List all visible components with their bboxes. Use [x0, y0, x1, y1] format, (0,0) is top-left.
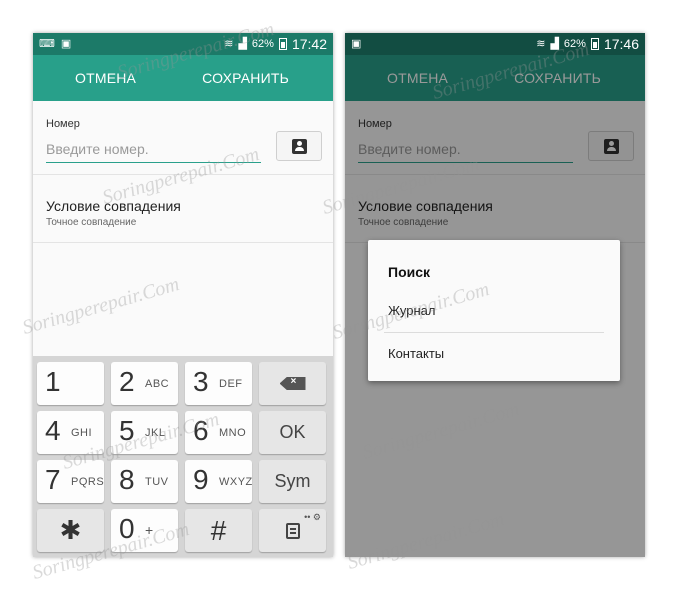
clock: 17:46	[603, 36, 639, 52]
dialog-option-contacts[interactable]: Контакты	[388, 346, 444, 361]
match-condition-item[interactable]: Условие совпадения Точное совпадение	[33, 175, 333, 243]
key-9[interactable]: 9 WXYZ	[185, 460, 252, 503]
key-0[interactable]: 0 +	[111, 509, 178, 552]
right-phone-screen: ▣ ≋ ▟ 62% 17:46 ОТМЕНА СОХРАНИТЬ Номер В…	[345, 33, 645, 557]
key-5[interactable]: 5 JKL	[111, 411, 178, 454]
keyboard-row: ✱ 0 + # •• ⚙	[37, 509, 329, 552]
match-condition-value: Точное совпадение	[46, 217, 137, 228]
key-6[interactable]: 6 MNO	[185, 411, 252, 454]
save-button[interactable]: СОХРАНИТЬ	[202, 70, 289, 86]
battery-percent: 62%	[251, 38, 274, 50]
key-2[interactable]: 2 ABC	[111, 362, 178, 405]
battery-percent: 62%	[563, 38, 586, 50]
key-letters: PQRS	[71, 476, 105, 488]
pick-contact-button[interactable]	[276, 131, 322, 161]
ok-key[interactable]: OK	[259, 411, 326, 454]
signal-icon: ▟	[550, 37, 559, 50]
sym-key[interactable]: Sym	[259, 460, 326, 503]
key-digit: 4	[45, 415, 61, 446]
backspace-key[interactable]: ×	[259, 362, 326, 405]
keyboard-notification-icon: ⌨	[39, 37, 55, 50]
key-digit: ✱	[59, 515, 82, 545]
search-dialog: Поиск Журнал Контакты	[368, 240, 620, 381]
keyboard-row: 1 2 ABC 3 DEF ×	[37, 362, 329, 405]
key-letters: GHI	[71, 427, 93, 439]
key-letters: +	[145, 522, 154, 538]
key-digit: 5	[119, 415, 135, 446]
action-bar: ОТМЕНА СОХРАНИТЬ	[33, 55, 333, 101]
numeric-keyboard: 1 2 ABC 3 DEF × 4 GHI 5 JKL 6 MNO OK 7 PQRS 8T…	[33, 356, 333, 557]
battery-icon	[590, 38, 599, 50]
key-digit: 0	[119, 513, 135, 544]
key-letters: DEF	[219, 378, 243, 390]
form-content: Номер Введите номер. Условие совпадения …	[33, 101, 333, 243]
key-3[interactable]: 3 DEF	[185, 362, 252, 405]
key-8[interactable]: 8 TUV	[111, 460, 178, 503]
wifi-icon: ≋	[536, 37, 546, 50]
settings-gear-icon: •• ⚙	[304, 512, 321, 522]
left-phone-screen: ⌨ ▣ ≋ ▟ 62% 17:42 ОТМЕНА СОХРАНИТЬ Номер…	[33, 33, 333, 557]
status-bar: ⌨ ▣ ≋ ▟ 62% 17:42	[33, 33, 333, 55]
number-field-block: Номер Введите номер.	[33, 101, 333, 175]
keyboard-row: 4 GHI 5 JKL 6 MNO OK	[37, 411, 329, 454]
key-letters: TUV	[145, 476, 169, 488]
image-notification-icon: ▣	[351, 37, 362, 50]
key-hash[interactable]: #	[185, 509, 252, 552]
key-letters: ABC	[145, 378, 170, 390]
key-digit: 1	[45, 366, 61, 397]
wifi-icon: ≋	[224, 37, 234, 50]
contact-card-icon	[291, 138, 307, 154]
ok-label: OK	[279, 422, 306, 442]
battery-icon	[278, 38, 287, 50]
key-letters: JKL	[145, 427, 166, 439]
key-7[interactable]: 7 PQRS	[37, 460, 104, 503]
key-digit: 9	[193, 464, 209, 495]
key-letters: WXYZ	[219, 476, 253, 488]
backspace-icon: ×	[279, 377, 306, 390]
clipboard-key[interactable]: •• ⚙	[259, 509, 326, 552]
key-1[interactable]: 1	[37, 362, 104, 405]
dialog-divider	[384, 332, 604, 333]
key-digit: #	[210, 514, 227, 546]
number-input[interactable]: Введите номер.	[46, 136, 261, 163]
clipboard-icon	[285, 522, 300, 539]
key-digit: 8	[119, 464, 135, 495]
keyboard-row: 7 PQRS 8 TUV 9 WXYZ Sym	[37, 460, 329, 503]
match-condition-title: Условие совпадения	[46, 198, 181, 214]
key-4[interactable]: 4 GHI	[37, 411, 104, 454]
image-notification-icon: ▣	[60, 37, 72, 50]
cancel-button[interactable]: ОТМЕНА	[75, 70, 136, 86]
key-digit: 2	[119, 366, 135, 397]
key-digit: 3	[193, 366, 209, 397]
key-digit: 7	[45, 464, 61, 495]
status-bar: ▣ ≋ ▟ 62% 17:46	[345, 33, 645, 55]
key-letters: MNO	[219, 427, 247, 439]
dialog-title: Поиск	[388, 264, 431, 280]
clock: 17:42	[291, 36, 327, 52]
key-asterisk[interactable]: ✱	[37, 509, 104, 552]
signal-icon: ▟	[238, 37, 247, 50]
number-label: Номер	[46, 118, 80, 130]
dialog-option-log[interactable]: Журнал	[388, 303, 435, 318]
sym-label: Sym	[274, 471, 311, 491]
key-digit: 6	[193, 415, 209, 446]
